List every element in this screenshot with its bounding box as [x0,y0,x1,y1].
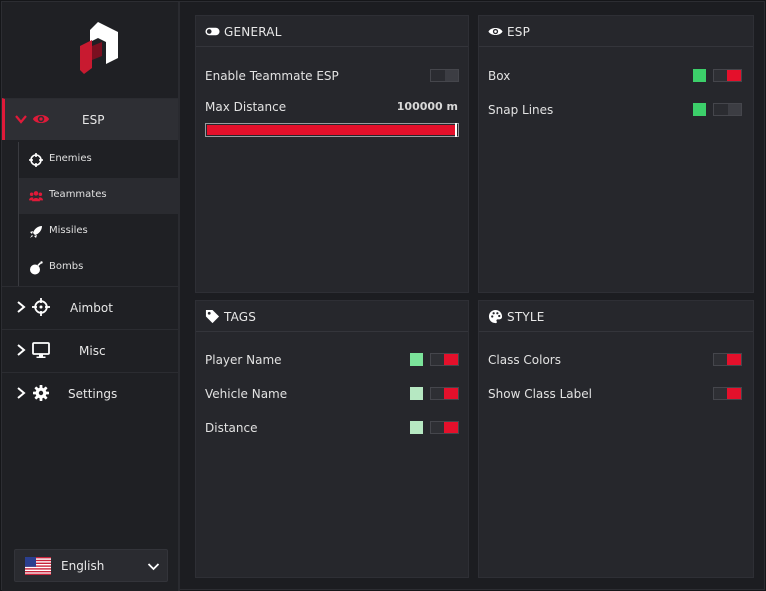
app-logo-icon [80,22,118,74]
nav-item-aimbot[interactable]: Aimbot [2,286,178,328]
general-panel-header: GENERAL [196,16,468,47]
enable-teammate-esp-label: Enable Teammate ESP [205,69,339,83]
bomb-icon [30,261,43,275]
style-title: STYLE [507,310,545,324]
chevron-down-icon [147,563,160,571]
class-colors-toggle[interactable] [713,353,742,366]
sub-label-missiles: Missiles [49,225,88,236]
crosshair-icon [29,153,43,167]
player-name-toggle[interactable] [430,353,459,366]
sub-item-teammates[interactable]: Teammates [18,178,178,214]
show-class-label-toggle[interactable] [713,387,742,400]
tags-panel-header: TAGS [196,301,468,332]
vehicle-name-label: Vehicle Name [205,387,288,401]
style-panel: STYLE Class Colors Show Class Label [478,300,754,578]
player-name-row: Player Name [196,351,468,371]
snap-lines-label: Snap Lines [488,103,554,117]
gear-icon [33,385,49,401]
esp-title: ESP [507,25,531,39]
us-flag-icon [25,557,51,575]
tags-panel: TAGS Player Name Vehicle Name Distance [195,300,469,578]
class-colors-label: Class Colors [488,353,561,367]
palette-icon [488,309,503,324]
sub-label-teammates: Teammates [49,189,107,200]
distance-label: Distance [205,421,258,435]
snap-lines-color-swatch[interactable] [693,103,706,116]
nav-label-misc: Misc [79,344,106,358]
max-distance-label: Max Distance [205,100,287,114]
snap-lines-row: Snap Lines [479,101,753,121]
class-colors-row: Class Colors [479,351,753,371]
sub-item-bombs[interactable]: Bombs [18,250,178,286]
box-row: Box [479,67,753,87]
users-icon [29,191,43,202]
max-distance-slider-handle[interactable] [455,123,457,137]
show-class-label-label: Show Class Label [488,387,592,401]
player-name-color-swatch[interactable] [410,353,423,366]
esp-panel: ESP Box Snap Lines [478,15,754,293]
box-color-swatch[interactable] [693,69,706,82]
crosshair-icon [32,298,50,316]
nav-item-misc[interactable]: Misc [2,329,178,371]
rocket-icon [30,226,42,238]
enable-teammate-esp-toggle[interactable] [430,69,459,82]
esp-panel-header: ESP [479,16,753,47]
toggle-icon [205,27,220,36]
app-window: ESP Enemies Teammates Missiles Bombs Aim… [1,1,765,591]
sub-item-enemies[interactable]: Enemies [18,142,178,178]
distance-row: Distance [196,419,468,439]
chevron-right-icon [17,387,26,399]
max-distance-slider-fill [207,125,455,135]
distance-color-swatch[interactable] [410,421,423,434]
general-title: GENERAL [224,25,282,39]
max-distance-row: Max Distance 100000 m [196,98,468,118]
vehicle-name-color-swatch[interactable] [410,387,423,400]
eye-icon [32,114,50,124]
max-distance-value: 100000 m [396,100,458,113]
language-label: English [61,559,105,573]
vehicle-name-row: Vehicle Name [196,385,468,405]
sub-label-enemies: Enemies [49,153,92,164]
eye-icon [488,27,503,36]
enable-teammate-esp-row: Enable Teammate ESP [196,67,468,87]
max-distance-slider[interactable] [205,123,459,137]
sub-label-bombs: Bombs [49,261,84,272]
player-name-label: Player Name [205,353,282,367]
chevron-right-icon [17,344,26,356]
nav-item-esp[interactable]: ESP [2,98,178,140]
nav-item-settings[interactable]: Settings [2,372,178,414]
box-label: Box [488,69,511,83]
style-panel-header: STYLE [479,301,753,332]
general-panel: GENERAL Enable Teammate ESP Max Distance… [195,15,469,293]
distance-toggle[interactable] [430,421,459,434]
nav-label-settings: Settings [68,387,118,401]
box-toggle[interactable] [713,69,742,82]
chevron-right-icon [17,301,26,313]
sidebar: ESP Enemies Teammates Missiles Bombs Aim… [2,2,180,591]
nav-label-esp: ESP [82,113,105,127]
sub-item-missiles[interactable]: Missiles [18,214,178,250]
language-select[interactable]: English [14,549,168,582]
vehicle-name-toggle[interactable] [430,387,459,400]
nav-label-aimbot: Aimbot [70,301,113,315]
monitor-icon [32,342,50,358]
tag-icon [205,309,220,324]
snap-lines-toggle[interactable] [713,103,742,116]
show-class-label-row: Show Class Label [479,385,753,405]
tags-title: TAGS [224,310,257,324]
chevron-down-icon [15,115,27,124]
